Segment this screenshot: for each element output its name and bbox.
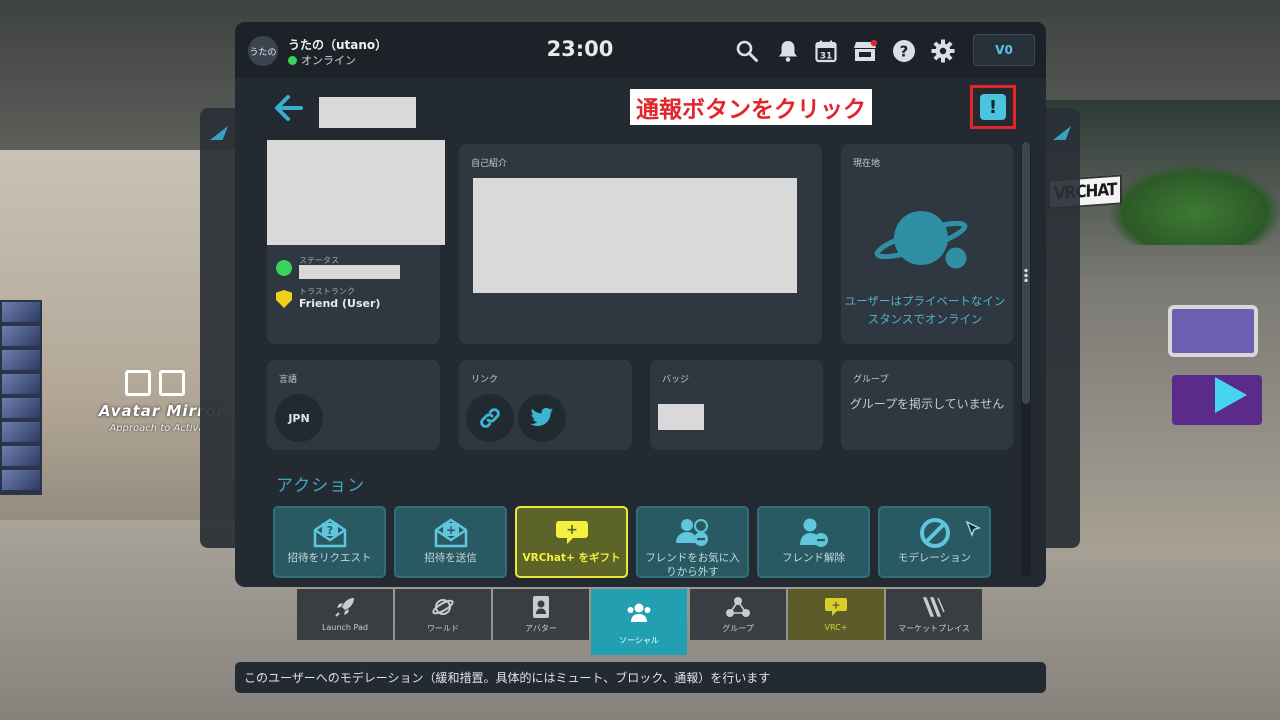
svg-text:+: + xyxy=(566,522,578,538)
user-minus-icon xyxy=(759,518,868,548)
self-introduction-label: 自己紹介 xyxy=(471,159,508,169)
rocket-icon xyxy=(297,595,393,619)
dock-vrc-plus-label: VRC+ xyxy=(824,623,848,632)
avatar[interactable]: うたの xyxy=(248,36,278,66)
group-icon xyxy=(690,595,786,619)
vrc-credits-button[interactable]: V0 xyxy=(973,34,1035,66)
send-invite-button[interactable]: + 招待を送信 xyxy=(394,506,507,578)
unfavorite-friend-button[interactable]: フレンドをお気に入りから外す xyxy=(636,506,749,578)
report-icon: ! xyxy=(980,94,1006,120)
annotation-label: 通報ボタンをクリック xyxy=(630,89,872,125)
grip-icon[interactable] xyxy=(1024,268,1028,282)
dock-worlds-label: ワールド xyxy=(427,624,459,633)
svg-text:?: ? xyxy=(326,524,332,537)
dock-launch-pad[interactable]: Launch Pad xyxy=(297,589,393,640)
gear-icon[interactable] xyxy=(930,38,956,64)
request-invite-label: 招待をリクエスト xyxy=(287,552,372,564)
cursor-pointer-icon xyxy=(965,520,981,537)
actions-section-title: アクション xyxy=(276,476,366,496)
badges-label: バッジ xyxy=(662,375,690,385)
background-greenery xyxy=(1110,165,1280,245)
online-status-dot xyxy=(288,56,297,65)
help-icon[interactable]: ? xyxy=(891,38,917,64)
background-avatar-thumbnails xyxy=(0,300,42,495)
online-status-text: オンライン xyxy=(301,54,356,67)
search-icon[interactable] xyxy=(734,38,760,64)
report-button[interactable]: ! xyxy=(970,85,1016,129)
language-badge: JPN xyxy=(275,394,323,442)
gift-vrchat-plus-label: VRChat+ をギフト xyxy=(522,552,621,564)
svg-text:+: + xyxy=(445,523,455,537)
people-icon xyxy=(591,601,687,625)
dock-social-label: ソーシャル xyxy=(619,636,659,645)
moderation-button[interactable]: モデレーション xyxy=(878,506,991,578)
redacted-username xyxy=(319,97,416,128)
dock-launch-pad-label: Launch Pad xyxy=(322,623,368,632)
location-label: 現在地 xyxy=(853,159,881,169)
users-minus-icon xyxy=(638,518,747,548)
dock-social[interactable]: ソーシャル xyxy=(591,589,687,655)
redacted-profile-photo xyxy=(267,140,445,245)
language-label: 言語 xyxy=(279,375,298,385)
trust-rank-value: Friend (User) xyxy=(299,297,381,310)
dock-avatars[interactable]: アバター xyxy=(493,589,589,640)
dock-marketplace-label: マーケットプレイス xyxy=(898,624,970,633)
back-arrow-icon[interactable] xyxy=(275,95,303,127)
redacted-introduction xyxy=(473,178,797,293)
mirror-icons xyxy=(125,370,205,400)
dock-worlds[interactable]: ワールド xyxy=(395,589,491,640)
location-text: ユーザーはプライベートなインスタンスでオンライン xyxy=(844,294,1006,326)
dock-avatars-label: アバター xyxy=(525,624,557,633)
tooltip-bar: このユーザーへのモデレーション（緩和措置。具体的にはミュート、ブロック、通報）を… xyxy=(235,662,1046,693)
redacted-status xyxy=(299,265,400,279)
dock-vrc-plus[interactable]: + VRC+ xyxy=(788,589,884,640)
svg-text:?: ? xyxy=(900,43,909,61)
trust-rank-label: トラストランク xyxy=(299,287,355,296)
redacted-badge xyxy=(658,404,704,430)
market-icon xyxy=(886,595,982,619)
twitter-icon[interactable] xyxy=(518,394,566,442)
send-invite-label: 招待を送信 xyxy=(424,552,477,564)
dock-groups-label: グループ xyxy=(722,624,754,633)
unfriend-button[interactable]: フレンド解除 xyxy=(757,506,870,578)
envelope-plus-icon: + xyxy=(396,518,505,548)
gift-vrchat-plus-button[interactable]: + VRChat+ をギフト xyxy=(515,506,628,578)
groups-label: グループ xyxy=(853,375,889,385)
username: うたの（utano） xyxy=(288,38,388,52)
status-dot xyxy=(276,260,292,276)
link-icon[interactable] xyxy=(466,394,514,442)
unfriend-label: フレンド解除 xyxy=(782,552,845,564)
request-invite-button[interactable]: ? 招待をリクエスト xyxy=(273,506,386,578)
bell-icon[interactable] xyxy=(775,38,801,64)
planet-icon xyxy=(873,202,973,282)
unfavorite-friend-label: フレンドをお気に入りから外す xyxy=(645,552,740,578)
main-menu-window: うたの うたの（utano） オンライン 23:00 31 ? V0 通報ボタン… xyxy=(235,22,1046,587)
planet-icon xyxy=(395,595,491,619)
top-bar: うたの うたの（utano） オンライン 23:00 31 ? V0 xyxy=(235,22,1046,78)
store-icon[interactable] xyxy=(852,38,878,64)
dock-marketplace[interactable]: マーケットプレイス xyxy=(886,589,982,640)
groups-empty-text: グループを掲示していません xyxy=(849,397,1005,411)
vrcplus-icon: + xyxy=(788,595,884,619)
calendar-icon[interactable]: 31 xyxy=(813,38,839,64)
moderation-label: モデレーション xyxy=(897,552,972,564)
calendar-day: 31 xyxy=(820,52,833,62)
background-screen xyxy=(1168,305,1258,357)
dock-groups[interactable]: グループ xyxy=(690,589,786,640)
svg-text:+: + xyxy=(831,599,840,612)
avatar-icon xyxy=(493,595,589,619)
envelope-question-icon: ? xyxy=(275,518,384,548)
clock: 23:00 xyxy=(546,37,614,61)
play-icon xyxy=(1215,377,1247,413)
gift-bubble-icon: + xyxy=(517,518,626,548)
links-label: リンク xyxy=(471,375,499,385)
